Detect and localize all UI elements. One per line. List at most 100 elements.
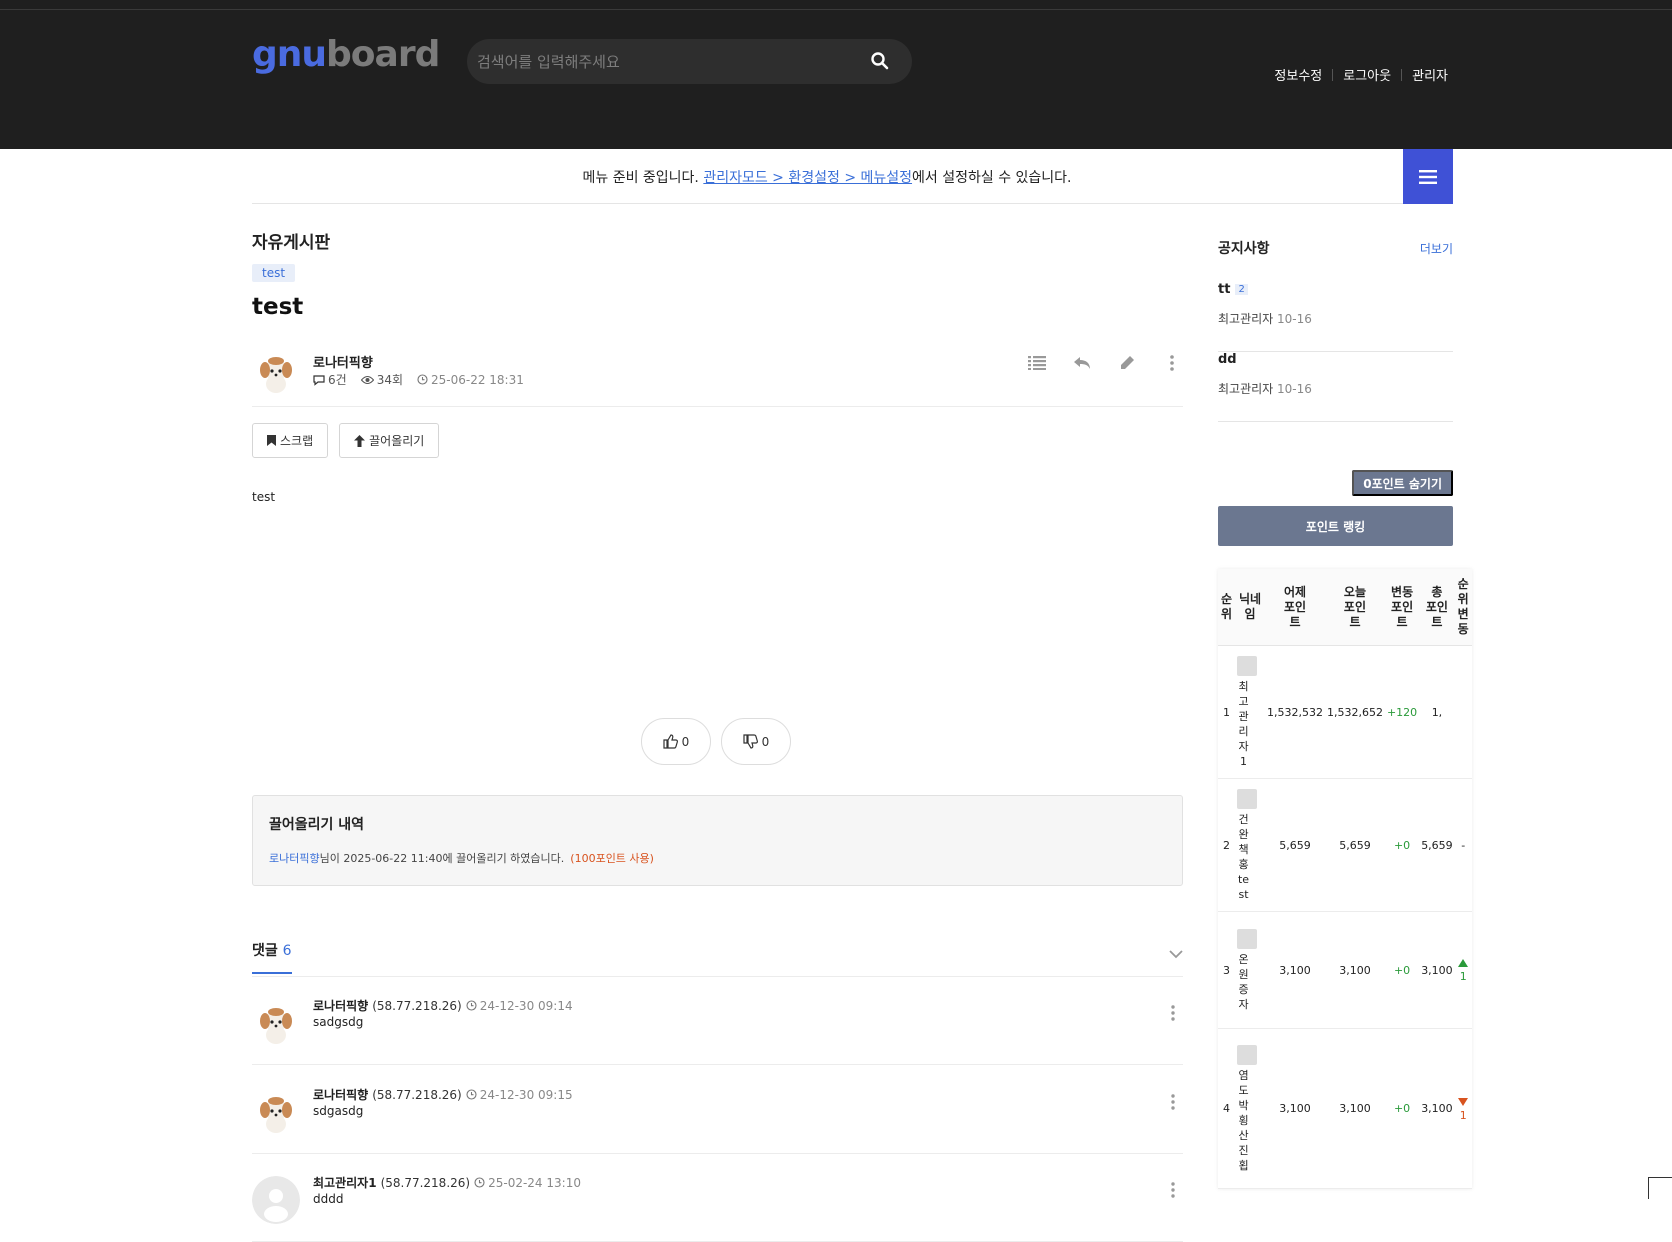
hide-zero-points-button[interactable]: 0포인트 숨기기 (1352, 470, 1453, 496)
notice-author: 최고관리자 (1218, 312, 1274, 326)
comments-title: 댓글 6 (252, 940, 292, 974)
rank-cell: 2 (1218, 778, 1235, 912)
col-yesterday: 어제 포인트 (1265, 569, 1325, 646)
bump-history-points: (100포인트 사용) (570, 852, 654, 865)
scroll-to-top-button[interactable] (1648, 1177, 1672, 1199)
like-count: 0 (681, 734, 690, 749)
comment-item: 로나터픽향 (58.77.218.26) 24-12-30 09:14 sadg… (252, 977, 1183, 1065)
author-avatar[interactable] (252, 348, 300, 396)
more-options-icon[interactable] (1161, 352, 1183, 374)
commenter-avatar[interactable] (252, 1176, 300, 1224)
post-actions: 스크랩 끌어올리기 (252, 423, 440, 458)
clock-icon (466, 1089, 477, 1100)
rank-cell: 4 (1218, 1028, 1235, 1189)
menu-message: 메뉴 준비 중입니다. 관리자모드 > 환경설정 > 메뉴설정에서 설정하실 수… (252, 167, 1402, 187)
more-options-icon[interactable] (1171, 1182, 1175, 1202)
scrap-button[interactable]: 스크랩 (252, 423, 329, 458)
view-count-value: 34회 (376, 373, 403, 387)
search-input[interactable] (477, 39, 837, 84)
change-points-cell: +0 (1384, 1028, 1420, 1189)
nickname-cell[interactable]: 염도박횡산진횝 (1235, 1028, 1265, 1189)
commenter-name[interactable]: 최고관리자1 (313, 1174, 377, 1191)
notice-item[interactable]: dd 최고관리자 10-16 (1218, 352, 1453, 422)
col-change: 변동 포인트 (1384, 569, 1420, 646)
bump-history-user[interactable]: 로나터픽향 (269, 852, 320, 865)
commenter-ip: (58.77.218.26) (372, 998, 462, 1013)
comment-time: 25-02-24 13:10 (474, 1176, 581, 1190)
reply-icon[interactable] (1071, 352, 1093, 374)
notice-meta: 최고관리자 10-16 (1218, 380, 1312, 397)
yesterday-points-cell: 1,532,532 (1265, 645, 1325, 779)
vote-buttons: 0 0 (641, 718, 791, 765)
search-icon[interactable] (870, 51, 892, 73)
more-options-icon[interactable] (1171, 1094, 1175, 1114)
notice-more-link[interactable]: 더보기 (1420, 240, 1453, 257)
commenter-name[interactable]: 로나터픽향 (313, 997, 368, 1014)
table-row: 1 최고관리자1 1,532,532 1,532,652 +120 1, (1218, 645, 1472, 779)
commenter-avatar[interactable] (252, 1088, 300, 1136)
edit-profile-link[interactable]: 정보수정 (1274, 65, 1322, 84)
commenter-name[interactable]: 로나터픽향 (313, 1086, 368, 1103)
nickname-cell[interactable]: 최고관리자1 (1235, 645, 1265, 779)
like-button[interactable]: 0 (641, 718, 711, 765)
comment-text: dddd (313, 1192, 344, 1206)
hamburger-menu-button[interactable] (1403, 149, 1453, 204)
nickname-cell[interactable]: 온원증자 (1235, 911, 1265, 1029)
post-content: test (252, 490, 276, 504)
nav-separator (1332, 68, 1334, 81)
header-divider (0, 9, 1672, 10)
col-rank: 순위 (1218, 569, 1235, 646)
clock-icon (474, 1177, 485, 1188)
bump-label: 끌어올리기 (369, 434, 425, 448)
total-points-cell: 3,100 (1419, 911, 1455, 1029)
author-name[interactable]: 로나터픽향 (313, 352, 373, 371)
dislike-count: 0 (761, 734, 770, 749)
admin-link[interactable]: 관리자 (1412, 65, 1448, 84)
site-logo[interactable]: gnuboard (252, 30, 440, 80)
notice-title-text: tt (1218, 282, 1231, 297)
notice-item[interactable]: tt 2 최고관리자 10-16 (1218, 282, 1453, 352)
rank-change-cell: - (1454, 778, 1472, 912)
logout-link[interactable]: 로그아웃 (1343, 65, 1391, 84)
yesterday-points-cell: 3,100 (1265, 911, 1325, 1029)
chevron-down-icon[interactable] (1169, 944, 1183, 963)
category-badge[interactable]: test (252, 264, 296, 282)
thumbs-up-icon (663, 734, 678, 749)
nickname-cell[interactable]: 건완책홍test (1235, 778, 1265, 912)
bump-history-box: 끌어올리기 내역 로나터픽향님이 2025-06-22 11:40에 끌어올리기… (252, 795, 1183, 886)
comment-count-value: 6건 (328, 373, 347, 387)
comment-meta: 로나터픽향 (58.77.218.26) 24-12-30 09:14 (313, 997, 573, 1014)
post-author-info: 로나터픽향 6건 34회 25-06-22 18:31 (252, 340, 1183, 407)
table-row: 4 염도박횡산진횝 3,100 3,100 +0 3,100 1 (1218, 1028, 1472, 1189)
comments-count: 6 (282, 943, 292, 959)
view-count: 34회 (360, 371, 403, 388)
comment-meta: 로나터픽향 (58.77.218.26) 24-12-30 09:15 (313, 1086, 573, 1103)
arrow-up-icon (354, 434, 366, 447)
more-options-icon[interactable] (1171, 1005, 1175, 1025)
hamburger-icon (1419, 169, 1437, 184)
table-row: 3 온원증자 3,100 3,100 +0 3,100 1 (1218, 911, 1472, 1029)
today-points-cell: 5,659 (1324, 778, 1385, 912)
comment-item: 로나터픽향 (58.77.218.26) 24-12-30 09:15 sdga… (252, 1066, 1183, 1154)
user-avatar (1237, 788, 1257, 809)
total-points-cell: 3,100 (1419, 1028, 1455, 1189)
post-date: 25-06-22 18:31 (417, 373, 524, 387)
bump-button[interactable]: 끌어올리기 (339, 423, 440, 458)
notice-date: 10-16 (1277, 382, 1312, 396)
nav-separator (1401, 68, 1403, 81)
comment-text: sadgsdg (313, 1015, 364, 1029)
dislike-button[interactable]: 0 (721, 718, 791, 765)
edit-icon[interactable] (1116, 352, 1138, 374)
bookmark-icon (267, 435, 276, 446)
post-tools (1026, 352, 1183, 374)
comment-time: 24-12-30 09:15 (466, 1088, 573, 1102)
list-icon[interactable] (1026, 352, 1048, 374)
notice-title: 공지사항 (1218, 241, 1270, 257)
commenter-avatar[interactable] (252, 999, 300, 1047)
point-ranking-button[interactable]: 포인트 랭킹 (1218, 506, 1453, 546)
menu-message-suffix: 에서 설정하실 수 있습니다. (912, 170, 1072, 186)
triangle-down-icon (1458, 1097, 1469, 1106)
notice-item-title: tt 2 (1218, 282, 1248, 297)
notice-item-title: dd (1218, 352, 1237, 367)
menu-settings-link[interactable]: 관리자모드 > 환경설정 > 메뉴설정 (703, 170, 912, 186)
